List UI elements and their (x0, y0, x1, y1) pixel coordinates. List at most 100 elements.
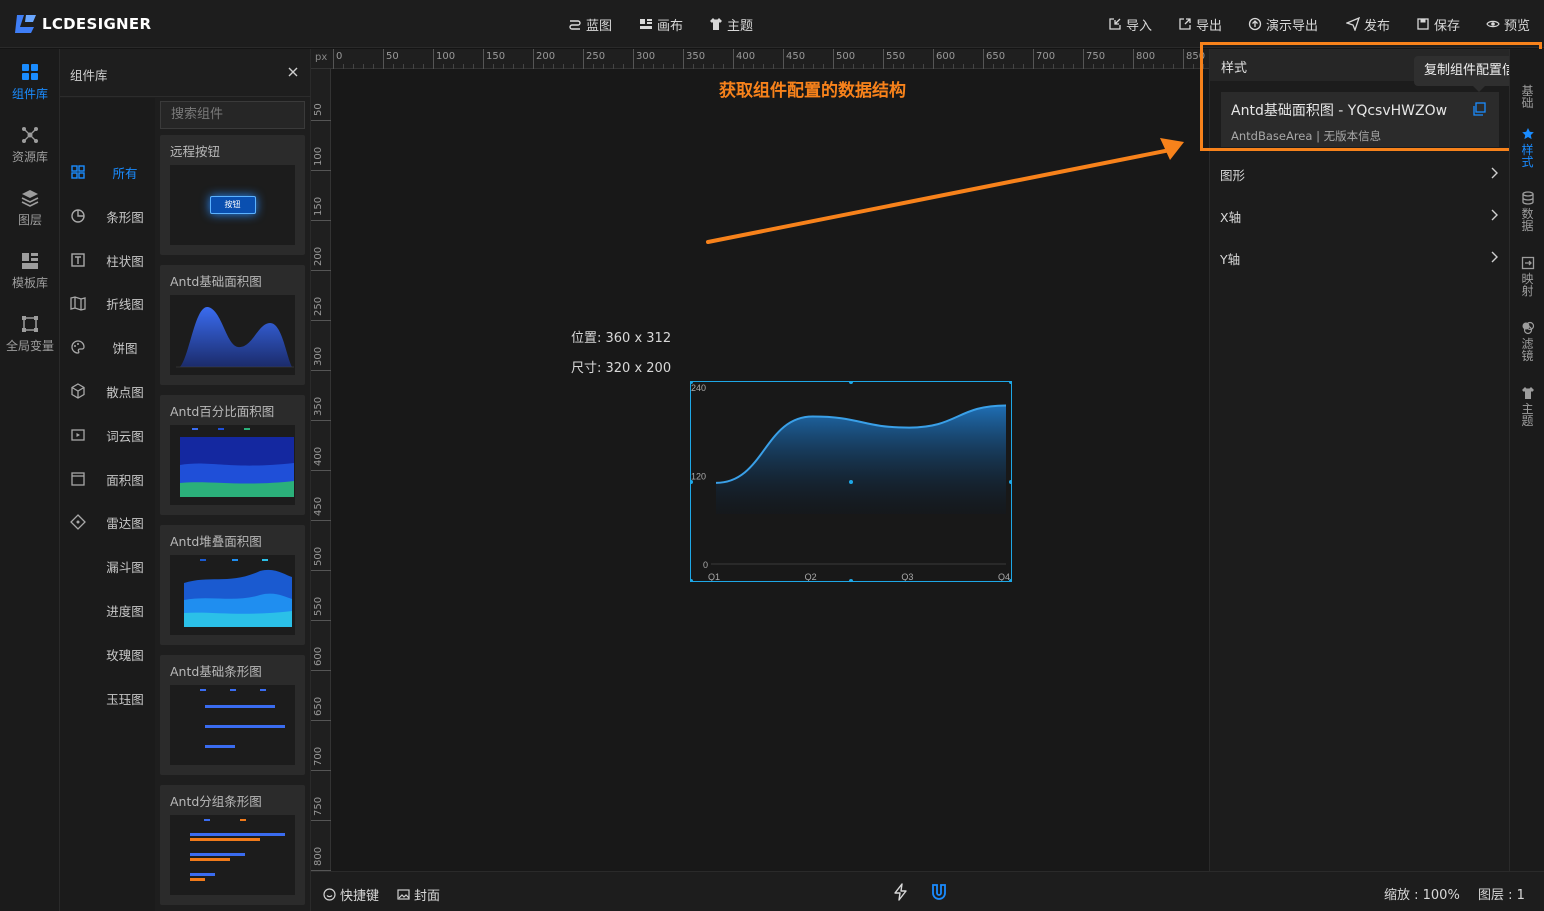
ruler-minor-tick (1093, 64, 1094, 69)
category-area[interactable]: 面积图 (60, 459, 155, 499)
ruler-minor-tick (1103, 64, 1104, 69)
import-button[interactable]: 导入 (1108, 15, 1153, 34)
category-label: 玉珏图 (106, 691, 144, 707)
rail-tab-data[interactable]: 数据 (1510, 191, 1544, 232)
section-shape[interactable]: 图形 (1210, 153, 1509, 195)
canvas-button[interactable]: 画布 (639, 15, 683, 34)
ruler-top-label: 0 (336, 51, 343, 62)
component-card[interactable]: Antd堆叠面积图 (160, 525, 305, 645)
ruler-minor-tick (963, 64, 964, 69)
rail-tab-style[interactable]: 样式 (1510, 127, 1544, 168)
chevron-right-icon (1491, 209, 1498, 221)
rail-item-global-variables[interactable]: 全局变量 (0, 306, 60, 362)
component-card[interactable]: Antd分组条形图 (160, 785, 305, 905)
ruler-left-label: 550 (313, 596, 324, 616)
shortcuts-button[interactable]: 快捷键 (323, 885, 379, 904)
rail-tab-label: 样式 (1521, 143, 1534, 169)
category-funnel[interactable]: 漏斗图 (60, 546, 155, 586)
component-card[interactable]: Antd百分比面积图 (160, 395, 305, 515)
ruler-top-tick (683, 49, 684, 69)
rail-tab-basic[interactable]: 基础 (1510, 85, 1544, 109)
component-card[interactable]: Antd基础条形图 (160, 655, 305, 775)
blueprint-button[interactable]: 蓝图 (568, 15, 612, 34)
ruler-top-tick (583, 49, 584, 69)
search-input[interactable]: 搜索组件 (160, 101, 305, 129)
ruler-left-label: 300 (313, 346, 324, 366)
chevron-right-icon (1491, 251, 1498, 263)
category-column[interactable]: 柱状图 (60, 240, 155, 280)
ruler-minor-tick (753, 64, 754, 69)
rail-item-layers[interactable]: 图层 (0, 180, 60, 236)
export-button[interactable]: 导出 (1178, 15, 1222, 34)
rail-tab-label: 数据 (1521, 207, 1534, 233)
category-scatter[interactable]: 散点图 (60, 371, 155, 411)
category-all[interactable]: 所有 (60, 152, 155, 192)
category-wordcloud[interactable]: 词云图 (60, 415, 155, 455)
ruler-top-label: 550 (886, 51, 906, 62)
ruler-minor-tick (593, 64, 594, 69)
palette-icon (71, 340, 85, 354)
component-card[interactable]: Antd基础面积图 (160, 265, 305, 385)
category-bar[interactable]: 条形图 (60, 196, 155, 236)
ruler-left-tick (311, 220, 331, 221)
canvas-icon (640, 19, 652, 29)
category-label: 所有 (112, 165, 138, 181)
ruler-minor-tick (713, 64, 714, 69)
mapping-icon (1521, 256, 1534, 270)
ruler-minor-tick (343, 64, 344, 69)
component-panel-header: 组件库 (60, 49, 311, 97)
layers-count: 图层 : 1 (1478, 888, 1525, 903)
rail-item-components[interactable]: 组件库 (0, 54, 60, 110)
ruler-left[interactable]: 50 100 150 200 250 300 350 400 450 500 550 600 650 70… (311, 69, 331, 871)
rail-tab-mapping[interactable]: 映射 (1510, 256, 1544, 297)
category-jade[interactable]: 玉珏图 (60, 678, 155, 718)
save-button[interactable]: 保存 (1416, 15, 1460, 34)
lightning-icon[interactable] (892, 883, 910, 901)
close-icon[interactable] (287, 66, 299, 78)
magnet-icon[interactable] (930, 883, 948, 901)
publish-button[interactable]: 发布 (1346, 15, 1390, 34)
rail-item-templates[interactable]: 模板库 (0, 243, 60, 299)
ruler-top-label: 800 (1136, 51, 1156, 62)
import-label: 导入 (1126, 18, 1153, 34)
section-y-axis[interactable]: Y轴 (1210, 237, 1509, 279)
rail-tab-label: 主题 (1521, 402, 1534, 428)
zoom-readout: 缩放 : 100% (1384, 888, 1460, 903)
shortcuts-label: 快捷键 (340, 889, 380, 904)
preview-label: 预览 (1504, 18, 1531, 34)
rail-tab-theme[interactable]: 主题 (1510, 386, 1544, 427)
theme-shirt-icon (1521, 387, 1534, 399)
category-label: 面积图 (106, 472, 144, 488)
category-progress[interactable]: 进度图 (60, 590, 155, 630)
category-rose[interactable]: 玫瑰图 (60, 634, 155, 674)
theme-button[interactable]: 主题 (709, 15, 753, 34)
category-pie[interactable]: 饼图 (60, 327, 155, 367)
cube-icon (71, 383, 85, 399)
preview-button[interactable]: 预览 (1486, 15, 1531, 34)
category-line[interactable]: 折线图 (60, 283, 155, 323)
components-icon (22, 64, 38, 80)
category-label: 散点图 (106, 384, 144, 400)
rail-item-resources[interactable]: 资源库 (0, 117, 60, 173)
ruler-minor-tick (503, 64, 504, 69)
ruler-minor-tick (853, 64, 854, 69)
ruler-unit: px (315, 52, 328, 63)
section-x-axis[interactable]: X轴 (1210, 195, 1509, 237)
theme-shirt-icon (710, 18, 722, 30)
save-icon (1417, 18, 1429, 30)
demo-export-button[interactable]: 演示导出 (1248, 15, 1318, 34)
ruler-minor-tick (1013, 64, 1014, 69)
ruler-top[interactable]: px 0 50 100 150 200 250 300 350 400 450 500 550 600 6… (311, 49, 1224, 69)
selected-chart-component[interactable]: 0 120 240 Q1 Q2 Q3 Q4 (689, 380, 1013, 583)
card-preview-percent-area (170, 425, 295, 505)
ruler-left-label: 50 (313, 103, 324, 116)
component-card[interactable]: 远程按钮 按钮 (160, 135, 305, 255)
rail-tab-filter[interactable]: 滤镜 (1510, 321, 1544, 362)
cover-button[interactable]: 封面 (397, 885, 440, 904)
ruler-minor-tick (953, 64, 954, 69)
ruler-minor-tick (773, 64, 774, 69)
category-radar[interactable]: 雷达图 (60, 502, 155, 542)
card-preview-group-bar (170, 815, 295, 895)
component-panel-title: 组件库 (70, 68, 108, 83)
ruler-minor-tick (693, 64, 694, 69)
